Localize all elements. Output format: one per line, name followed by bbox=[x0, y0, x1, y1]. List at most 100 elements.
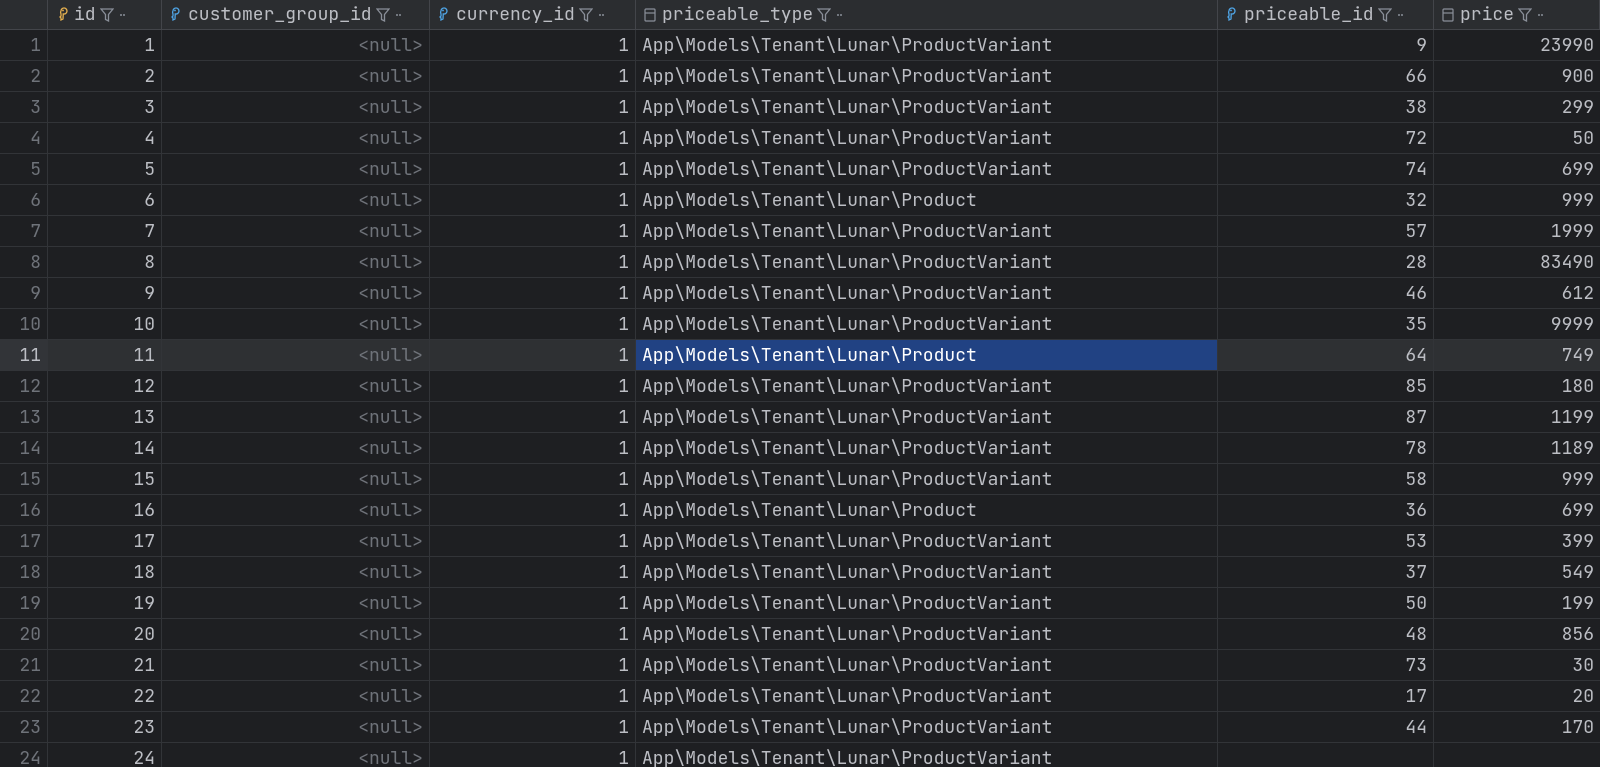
cell-id[interactable]: 16 bbox=[48, 495, 162, 525]
cell-customer_group_id[interactable]: <null> bbox=[162, 433, 430, 463]
table-row[interactable]: 99<null>1App\Models\Tenant\Lunar\Product… bbox=[0, 278, 1600, 309]
cell-id[interactable]: 13 bbox=[48, 402, 162, 432]
cell-price[interactable]: 20 bbox=[1434, 681, 1600, 711]
cell-customer_group_id[interactable]: <null> bbox=[162, 743, 430, 767]
cell-currency_id[interactable]: 1 bbox=[430, 650, 636, 680]
cell-customer_group_id[interactable]: <null> bbox=[162, 712, 430, 742]
table-row[interactable]: 1313<null>1App\Models\Tenant\Lunar\Produ… bbox=[0, 402, 1600, 433]
row-number[interactable]: 16 bbox=[0, 495, 48, 525]
cell-id[interactable]: 1 bbox=[48, 30, 162, 60]
cell-currency_id[interactable]: 1 bbox=[430, 464, 636, 494]
cell-id[interactable]: 17 bbox=[48, 526, 162, 556]
cell-price[interactable]: 23990 bbox=[1434, 30, 1600, 60]
cell-price[interactable]: 1199 bbox=[1434, 402, 1600, 432]
cell-currency_id[interactable]: 1 bbox=[430, 433, 636, 463]
table-row[interactable]: 2121<null>1App\Models\Tenant\Lunar\Produ… bbox=[0, 650, 1600, 681]
cell-id[interactable]: 3 bbox=[48, 92, 162, 122]
cell-currency_id[interactable]: 1 bbox=[430, 371, 636, 401]
cell-price[interactable]: 180 bbox=[1434, 371, 1600, 401]
row-number[interactable]: 7 bbox=[0, 216, 48, 246]
cell-id[interactable]: 23 bbox=[48, 712, 162, 742]
cell-price[interactable]: 9999 bbox=[1434, 309, 1600, 339]
table-row[interactable]: 1414<null>1App\Models\Tenant\Lunar\Produ… bbox=[0, 433, 1600, 464]
cell-price[interactable]: 549 bbox=[1434, 557, 1600, 587]
cell-id[interactable]: 15 bbox=[48, 464, 162, 494]
cell-price[interactable]: 170 bbox=[1434, 712, 1600, 742]
cell-price[interactable]: 30 bbox=[1434, 650, 1600, 680]
filter-icon[interactable] bbox=[817, 8, 831, 22]
row-number[interactable]: 1 bbox=[0, 30, 48, 60]
cell-price[interactable]: 749 bbox=[1434, 340, 1600, 370]
cell-price[interactable]: 612 bbox=[1434, 278, 1600, 308]
cell-id[interactable]: 6 bbox=[48, 185, 162, 215]
cell-priceable_id[interactable]: 37 bbox=[1218, 557, 1434, 587]
cell-price[interactable]: 1999 bbox=[1434, 216, 1600, 246]
cell-priceable_type[interactable]: App\Models\Tenant\Lunar\ProductVariant bbox=[636, 123, 1218, 153]
table-row[interactable]: 55<null>1App\Models\Tenant\Lunar\Product… bbox=[0, 154, 1600, 185]
cell-id[interactable]: 10 bbox=[48, 309, 162, 339]
table-row[interactable]: 1111<null>1App\Models\Tenant\Lunar\Produ… bbox=[0, 340, 1600, 371]
cell-price[interactable]: 399 bbox=[1434, 526, 1600, 556]
row-number[interactable]: 19 bbox=[0, 588, 48, 618]
cell-priceable_type[interactable]: App\Models\Tenant\Lunar\ProductVariant bbox=[636, 464, 1218, 494]
column-header-currency_id[interactable]: currency_id bbox=[430, 0, 636, 29]
row-number[interactable]: 12 bbox=[0, 371, 48, 401]
cell-priceable_id[interactable]: 58 bbox=[1218, 464, 1434, 494]
cell-price[interactable]: 856 bbox=[1434, 619, 1600, 649]
sort-handle-icon[interactable] bbox=[1396, 8, 1406, 22]
cell-currency_id[interactable]: 1 bbox=[430, 402, 636, 432]
cell-price[interactable]: 699 bbox=[1434, 495, 1600, 525]
table-row[interactable]: 2323<null>1App\Models\Tenant\Lunar\Produ… bbox=[0, 712, 1600, 743]
cell-currency_id[interactable]: 1 bbox=[430, 278, 636, 308]
cell-id[interactable]: 24 bbox=[48, 743, 162, 767]
cell-price[interactable]: 999 bbox=[1434, 185, 1600, 215]
cell-priceable_id[interactable]: 36 bbox=[1218, 495, 1434, 525]
cell-priceable_type[interactable]: App\Models\Tenant\Lunar\ProductVariant bbox=[636, 557, 1218, 587]
table-row[interactable]: 66<null>1App\Models\Tenant\Lunar\Product… bbox=[0, 185, 1600, 216]
cell-priceable_id[interactable]: 35 bbox=[1218, 309, 1434, 339]
cell-priceable_type[interactable]: App\Models\Tenant\Lunar\ProductVariant bbox=[636, 92, 1218, 122]
cell-customer_group_id[interactable]: <null> bbox=[162, 464, 430, 494]
row-number[interactable]: 2 bbox=[0, 61, 48, 91]
cell-priceable_type[interactable]: App\Models\Tenant\Lunar\ProductVariant bbox=[636, 712, 1218, 742]
sort-handle-icon[interactable] bbox=[394, 8, 404, 22]
cell-id[interactable]: 4 bbox=[48, 123, 162, 153]
cell-priceable_id[interactable]: 17 bbox=[1218, 681, 1434, 711]
cell-priceable_type[interactable]: App\Models\Tenant\Lunar\Product bbox=[636, 495, 1218, 525]
row-number[interactable]: 24 bbox=[0, 743, 48, 767]
cell-currency_id[interactable]: 1 bbox=[430, 743, 636, 767]
cell-priceable_id[interactable]: 53 bbox=[1218, 526, 1434, 556]
column-header-priceable_type[interactable]: priceable_type bbox=[636, 0, 1218, 29]
cell-price[interactable]: 299 bbox=[1434, 92, 1600, 122]
cell-priceable_type[interactable]: App\Models\Tenant\Lunar\ProductVariant bbox=[636, 433, 1218, 463]
cell-id[interactable]: 14 bbox=[48, 433, 162, 463]
cell-priceable_type[interactable]: App\Models\Tenant\Lunar\ProductVariant bbox=[636, 61, 1218, 91]
cell-customer_group_id[interactable]: <null> bbox=[162, 278, 430, 308]
cell-customer_group_id[interactable]: <null> bbox=[162, 216, 430, 246]
row-number[interactable]: 3 bbox=[0, 92, 48, 122]
cell-priceable_id[interactable]: 64 bbox=[1218, 340, 1434, 370]
cell-id[interactable]: 20 bbox=[48, 619, 162, 649]
cell-priceable_id[interactable]: 57 bbox=[1218, 216, 1434, 246]
cell-customer_group_id[interactable]: <null> bbox=[162, 309, 430, 339]
cell-priceable_id[interactable]: 66 bbox=[1218, 61, 1434, 91]
cell-price[interactable]: 900 bbox=[1434, 61, 1600, 91]
cell-currency_id[interactable]: 1 bbox=[430, 495, 636, 525]
cell-currency_id[interactable]: 1 bbox=[430, 92, 636, 122]
cell-customer_group_id[interactable]: <null> bbox=[162, 619, 430, 649]
sort-handle-icon[interactable] bbox=[118, 8, 128, 22]
cell-priceable_type[interactable]: App\Models\Tenant\Lunar\ProductVariant bbox=[636, 526, 1218, 556]
cell-currency_id[interactable]: 1 bbox=[430, 557, 636, 587]
cell-id[interactable]: 11 bbox=[48, 340, 162, 370]
cell-customer_group_id[interactable]: <null> bbox=[162, 526, 430, 556]
sort-handle-icon[interactable] bbox=[835, 8, 845, 22]
cell-priceable_type[interactable]: App\Models\Tenant\Lunar\ProductVariant bbox=[636, 371, 1218, 401]
row-number[interactable]: 21 bbox=[0, 650, 48, 680]
cell-currency_id[interactable]: 1 bbox=[430, 526, 636, 556]
cell-customer_group_id[interactable]: <null> bbox=[162, 681, 430, 711]
cell-price[interactable]: 199 bbox=[1434, 588, 1600, 618]
filter-icon[interactable] bbox=[376, 8, 390, 22]
cell-currency_id[interactable]: 1 bbox=[430, 30, 636, 60]
table-row[interactable]: 2424<null>1App\Models\Tenant\Lunar\Produ… bbox=[0, 743, 1600, 767]
row-number[interactable]: 10 bbox=[0, 309, 48, 339]
